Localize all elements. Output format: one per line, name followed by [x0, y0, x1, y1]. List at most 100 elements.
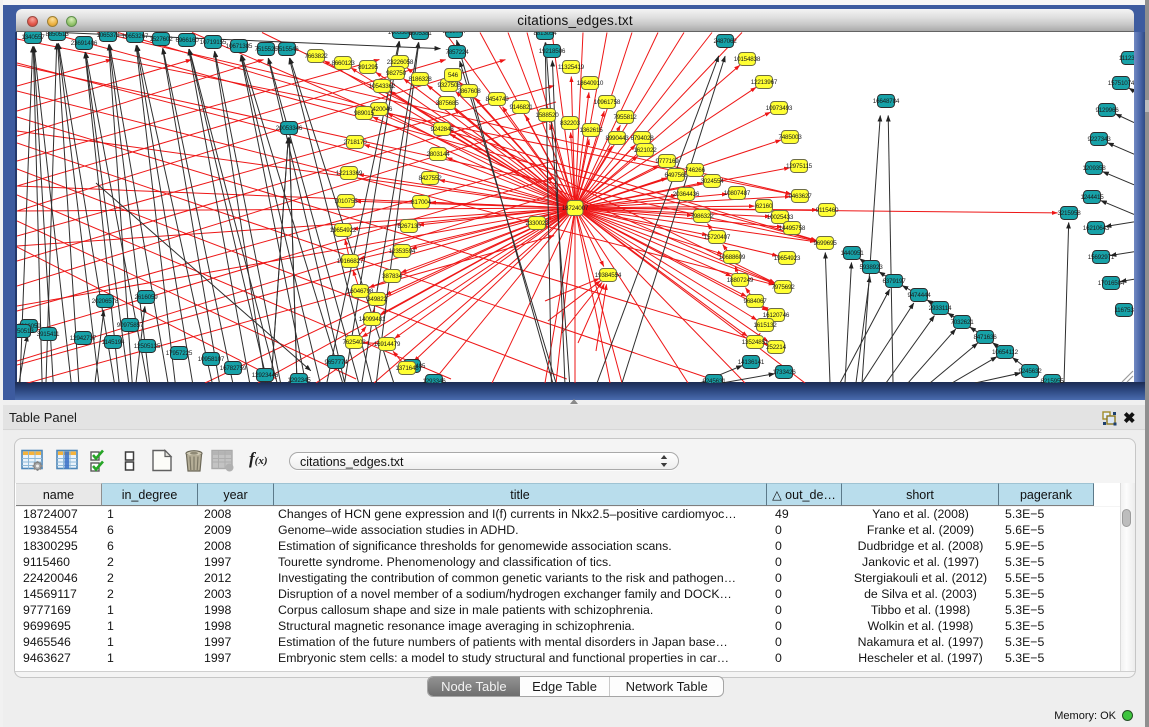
svg-text:9146821: 9146821	[509, 104, 533, 111]
svg-text:10973493: 10973493	[766, 105, 793, 112]
svg-text:2867608: 2867608	[457, 88, 481, 95]
svg-text:7485003: 7485003	[778, 134, 802, 141]
svg-text:387834: 387834	[382, 273, 403, 280]
svg-text:9699695: 9699695	[813, 240, 837, 247]
svg-text:1615132: 1615132	[753, 322, 777, 329]
svg-text:7663822: 7663822	[304, 53, 328, 60]
svg-text:8990443: 8990443	[605, 135, 629, 142]
svg-text:12975115: 12975115	[786, 163, 813, 170]
svg-text:17016504: 17016504	[1098, 280, 1125, 287]
svg-text:891295: 891295	[358, 64, 379, 71]
svg-text:1605381: 1605381	[408, 32, 432, 37]
svg-text:10543362: 10543362	[369, 83, 396, 90]
svg-text:12353594: 12353594	[389, 248, 416, 255]
svg-text:12213369: 12213369	[336, 170, 363, 177]
svg-text:7515546: 7515546	[275, 46, 299, 53]
svg-text:817004: 817004	[411, 199, 432, 206]
svg-text:16648784: 16648784	[873, 98, 900, 105]
svg-text:18807249: 18807249	[727, 277, 754, 284]
svg-text:15692971: 15692971	[1088, 254, 1115, 261]
svg-text:982750: 982750	[386, 70, 407, 77]
svg-text:10807487: 10807487	[724, 190, 751, 197]
svg-text:15720407: 15720407	[704, 234, 731, 241]
svg-text:8267130: 8267130	[397, 223, 421, 230]
svg-text:1440951: 1440951	[840, 250, 864, 257]
svg-text:12505135: 12505135	[134, 343, 161, 350]
svg-text:1293346: 1293346	[422, 378, 446, 383]
svg-text:9245631: 9245631	[702, 378, 726, 383]
svg-text:546: 546	[448, 72, 459, 79]
svg-text:10671385: 10671385	[226, 43, 253, 50]
svg-text:14136141: 14136141	[738, 359, 765, 366]
svg-text:1362615: 1362615	[579, 127, 603, 134]
svg-text:746266: 746266	[685, 167, 706, 174]
svg-text:11325419: 11325419	[558, 64, 585, 71]
svg-text:19654923: 19654923	[774, 255, 801, 262]
svg-text:8813054: 8813054	[533, 32, 557, 37]
svg-text:252214: 252214	[766, 344, 787, 351]
svg-text:7975692: 7975692	[771, 284, 795, 291]
svg-text:7955812: 7955812	[613, 114, 637, 121]
svg-text:9115460: 9115460	[816, 207, 839, 214]
svg-text:15751074: 15751074	[1108, 80, 1134, 87]
svg-text:7032621: 7032621	[950, 319, 974, 326]
svg-text:1527602: 1527602	[149, 36, 173, 43]
svg-text:1733426: 1733426	[772, 369, 796, 376]
svg-text:16210643: 16210643	[1083, 225, 1110, 232]
svg-text:16914479: 16914479	[374, 341, 401, 348]
svg-text:1010755: 1010755	[334, 198, 358, 205]
svg-text:1112345: 1112345	[1119, 55, 1134, 62]
svg-text:6794028: 6794028	[630, 135, 654, 142]
svg-text:8215955: 8215955	[1040, 378, 1064, 383]
svg-text:1621022: 1621022	[633, 147, 657, 154]
svg-text:16782759: 16782759	[220, 365, 247, 372]
svg-text:8427552: 8427552	[418, 175, 442, 182]
svg-text:6966160: 6966160	[175, 37, 199, 44]
svg-text:18640910: 18640910	[577, 80, 604, 87]
svg-text:18724007: 18724007	[562, 205, 589, 212]
svg-text:9657774: 9657774	[324, 359, 348, 366]
svg-text:9463627: 9463627	[788, 193, 812, 200]
svg-text:1340557: 1340557	[21, 34, 45, 41]
svg-text:1371648: 1371648	[395, 365, 419, 372]
svg-text:10653267: 10653267	[122, 33, 149, 40]
svg-text:116753: 116753	[1114, 307, 1134, 314]
svg-text:19384554: 19384554	[595, 272, 622, 279]
svg-text:1244415: 1244415	[1080, 194, 1104, 201]
svg-text:5938923: 5938923	[859, 264, 883, 271]
svg-text:1292345: 1292345	[287, 377, 311, 383]
svg-text:989015: 989015	[354, 110, 375, 117]
svg-text:2330023: 2330023	[525, 220, 549, 227]
svg-text:2616059: 2616059	[134, 294, 158, 301]
svg-text:12942737: 12942737	[70, 335, 97, 342]
svg-text:10025433: 10025433	[767, 214, 794, 221]
svg-text:8660123: 8660123	[331, 60, 355, 67]
svg-text:10961758: 10961758	[594, 99, 621, 106]
svg-text:7625402: 7625402	[342, 339, 366, 346]
svg-text:6379197: 6379197	[882, 278, 906, 285]
svg-text:8454749: 8454749	[485, 96, 509, 103]
svg-text:9242848: 9242848	[430, 126, 454, 133]
svg-text:2803144: 2803144	[426, 151, 450, 158]
svg-text:9129966: 9129966	[1095, 107, 1119, 114]
svg-text:1588520: 1588520	[535, 112, 559, 119]
svg-text:832203: 832203	[560, 120, 581, 127]
svg-text:349822: 349822	[367, 296, 388, 303]
svg-text:8471636: 8471636	[973, 334, 997, 341]
svg-text:1209358: 1209358	[1082, 165, 1106, 172]
svg-text:3215958: 3215958	[1057, 210, 1081, 217]
svg-text:2487062: 2487062	[713, 38, 737, 45]
svg-text:10654112: 10654112	[992, 349, 1019, 356]
svg-text:17957225: 17957225	[166, 350, 193, 357]
svg-text:3024554: 3024554	[700, 178, 724, 185]
svg-text:3915411: 3915411	[37, 331, 60, 338]
svg-text:9474444: 9474444	[907, 292, 931, 299]
svg-text:14099481: 14099481	[359, 316, 386, 323]
svg-text:19654922: 19654922	[330, 227, 357, 234]
svg-text:9684067: 9684067	[743, 298, 767, 305]
svg-text:12923446: 12923446	[252, 372, 279, 379]
svg-text:1850513: 1850513	[17, 328, 34, 335]
svg-text:2718170: 2718170	[343, 139, 367, 146]
svg-text:7857224: 7857224	[445, 49, 469, 56]
svg-text:10958107: 10958107	[198, 356, 225, 363]
